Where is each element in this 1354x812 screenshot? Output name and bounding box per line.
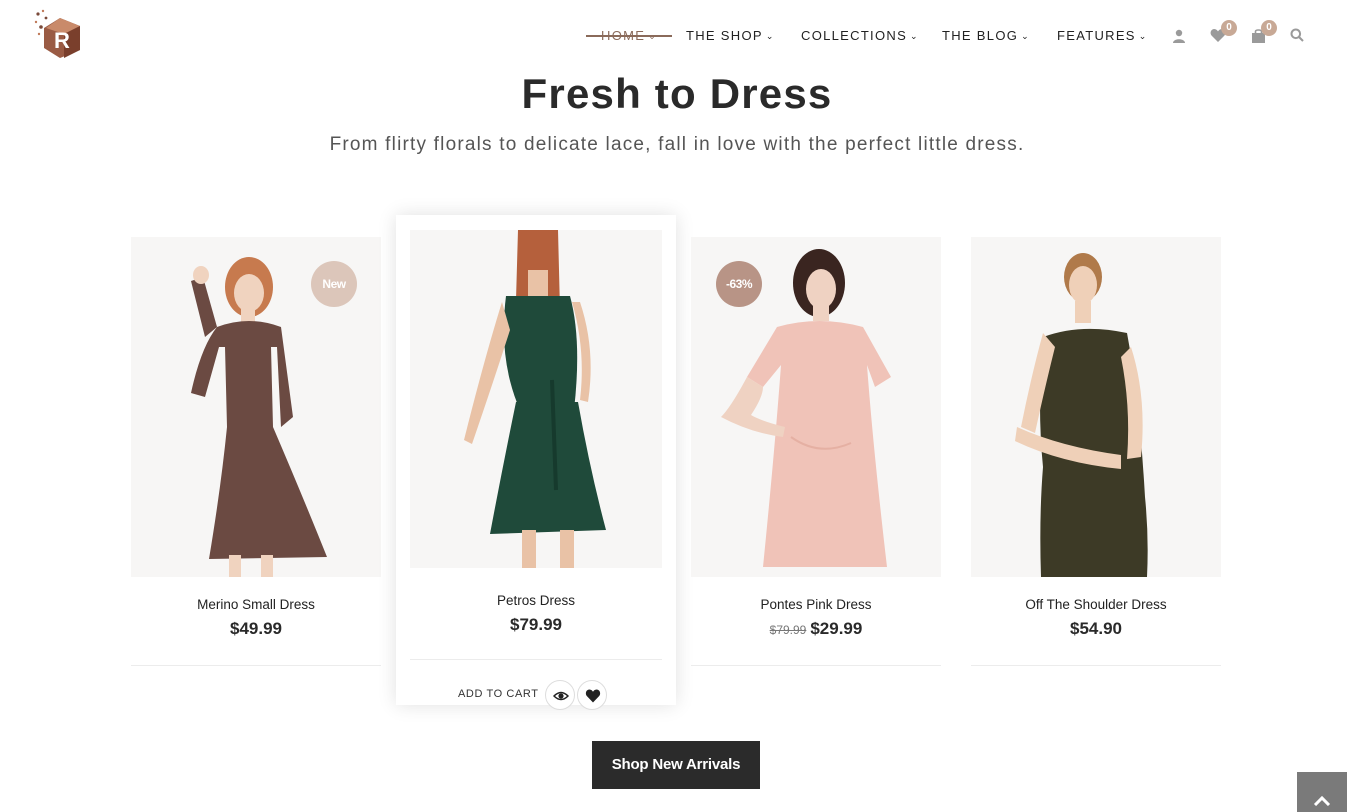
wishlist-count-badge: 0 <box>1221 20 1237 36</box>
price-value: $49.99 <box>230 619 282 638</box>
nav-label: THE BLOG <box>942 28 1019 43</box>
add-to-cart-button[interactable]: ADD TO CART <box>458 688 539 700</box>
old-price: $79.99 <box>769 623 807 637</box>
divider <box>691 665 941 666</box>
nav-item-the-shop[interactable]: THE SHOP ⌄ <box>686 28 775 43</box>
logo-letter: R <box>54 28 70 53</box>
product-card[interactable]: -63% Pontes Pink Dress $79.99 $29.99 <box>691 237 941 667</box>
product-name[interactable]: Off The Shoulder Dress <box>971 597 1221 612</box>
dress-shape <box>191 321 327 559</box>
chevron-down-icon: ⌄ <box>1138 31 1148 41</box>
nav-label: HOME <box>601 28 646 43</box>
eye-icon <box>553 691 569 701</box>
divider <box>410 659 662 660</box>
shop-new-arrivals-button[interactable]: Shop New Arrivals <box>592 741 760 789</box>
section-title: Fresh to Dress <box>521 70 833 117</box>
price-value: $79.99 <box>510 615 562 634</box>
new-badge: New <box>311 261 357 307</box>
product-price: $49.99 <box>131 619 381 639</box>
dress-bodice <box>503 296 578 410</box>
nav-item-collections[interactable]: COLLECTIONS ⌄ <box>801 28 919 43</box>
product-name[interactable]: Petros Dress <box>396 593 676 608</box>
product-image[interactable] <box>971 237 1221 577</box>
nav-item-the-blog[interactable]: THE BLOG ⌄ <box>942 28 1030 43</box>
logo[interactable]: R <box>34 8 86 62</box>
chevron-down-icon: ⌄ <box>1021 31 1030 41</box>
chevron-down-icon: ⌄ <box>765 31 775 41</box>
price-value: $54.90 <box>1070 619 1122 638</box>
product-name[interactable]: Merino Small Dress <box>131 597 381 612</box>
product-card[interactable]: Off The Shoulder Dress $54.90 <box>971 237 1221 667</box>
quick-view-button[interactable] <box>545 680 575 710</box>
dress-skirt <box>490 402 606 534</box>
back-to-top-button[interactable] <box>1297 772 1347 812</box>
product-price: $79.99 $29.99 <box>691 619 941 639</box>
product-name[interactable]: Pontes Pink Dress <box>691 597 941 612</box>
nav-item-home[interactable]: HOME ⌄ <box>601 28 657 43</box>
discount-badge: -63% <box>716 261 762 307</box>
price-value: $29.99 <box>810 619 863 638</box>
search-icon[interactable] <box>1290 28 1306 44</box>
product-price: $54.90 <box>971 619 1221 639</box>
nav-item-features[interactable]: FEATURES ⌄ <box>1057 28 1148 43</box>
product-card-featured[interactable]: Petros Dress $79.99 ADD TO CART <box>396 215 676 710</box>
divider <box>131 665 381 666</box>
divider <box>971 665 1221 666</box>
dress-shape <box>747 321 891 567</box>
chevron-up-icon <box>1313 795 1331 806</box>
chevron-down-icon: ⌄ <box>648 31 658 41</box>
chevron-down-icon: ⌄ <box>910 31 919 41</box>
section-subtitle: From flirty florals to delicate lace, fa… <box>329 134 1025 155</box>
user-icon[interactable] <box>1172 28 1188 44</box>
product-image[interactable] <box>410 230 662 568</box>
nav-label: THE SHOP <box>686 28 763 43</box>
product-price: $79.99 <box>396 615 676 635</box>
product-card[interactable]: New Merino Small Dress $49.99 <box>131 237 381 667</box>
cart-count-badge: 0 <box>1261 20 1277 36</box>
nav-label: FEATURES <box>1057 28 1136 43</box>
nav-label: COLLECTIONS <box>801 28 908 43</box>
heart-icon <box>585 689 601 703</box>
add-to-wishlist-button[interactable] <box>577 680 607 710</box>
